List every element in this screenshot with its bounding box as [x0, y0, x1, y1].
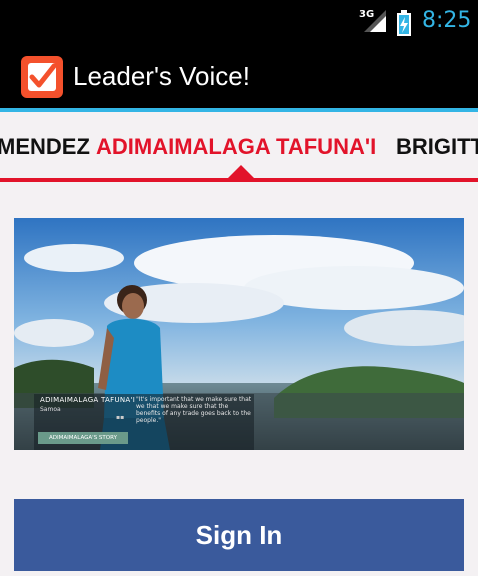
active-tab-indicator — [228, 165, 254, 178]
leader-caption: ADIMAIMALAGA TAFUNA'I Samoa ▪▪ "It's imp… — [34, 394, 254, 450]
action-bar: Leader's Voice! — [0, 44, 478, 108]
leader-tab-strip[interactable]: MENDEZ ADIMAIMALAGA TAFUNA'I BRIGITTE — [0, 112, 478, 184]
sign-in-button[interactable]: Sign In — [14, 499, 464, 571]
leader-quote: "It's important that we make sure that w… — [136, 396, 252, 424]
status-bar: 3G 8:25 — [0, 0, 478, 44]
tab-adimaimalaga[interactable]: ADIMAIMALAGA TAFUNA'I — [96, 134, 376, 160]
tab-mendez[interactable]: MENDEZ — [0, 134, 90, 160]
pager-icon: ▪▪ — [116, 414, 125, 421]
signal-icon — [364, 10, 386, 32]
leader-place: Samoa — [40, 406, 61, 413]
tab-brigitte[interactable]: BRIGITTE — [396, 134, 478, 160]
checkbox-icon[interactable] — [20, 55, 64, 99]
battery-icon — [397, 10, 411, 36]
leader-name: ADIMAIMALAGA TAFUNA'I — [40, 396, 136, 404]
story-button[interactable]: ADIMAIMALAGA'S STORY — [38, 432, 128, 444]
leader-photo[interactable]: ADIMAIMALAGA TAFUNA'I Samoa ▪▪ "It's imp… — [14, 218, 464, 450]
clock: 8:25 — [422, 8, 472, 33]
app-title: Leader's Voice! — [73, 61, 250, 91]
tab-underline — [0, 178, 478, 182]
